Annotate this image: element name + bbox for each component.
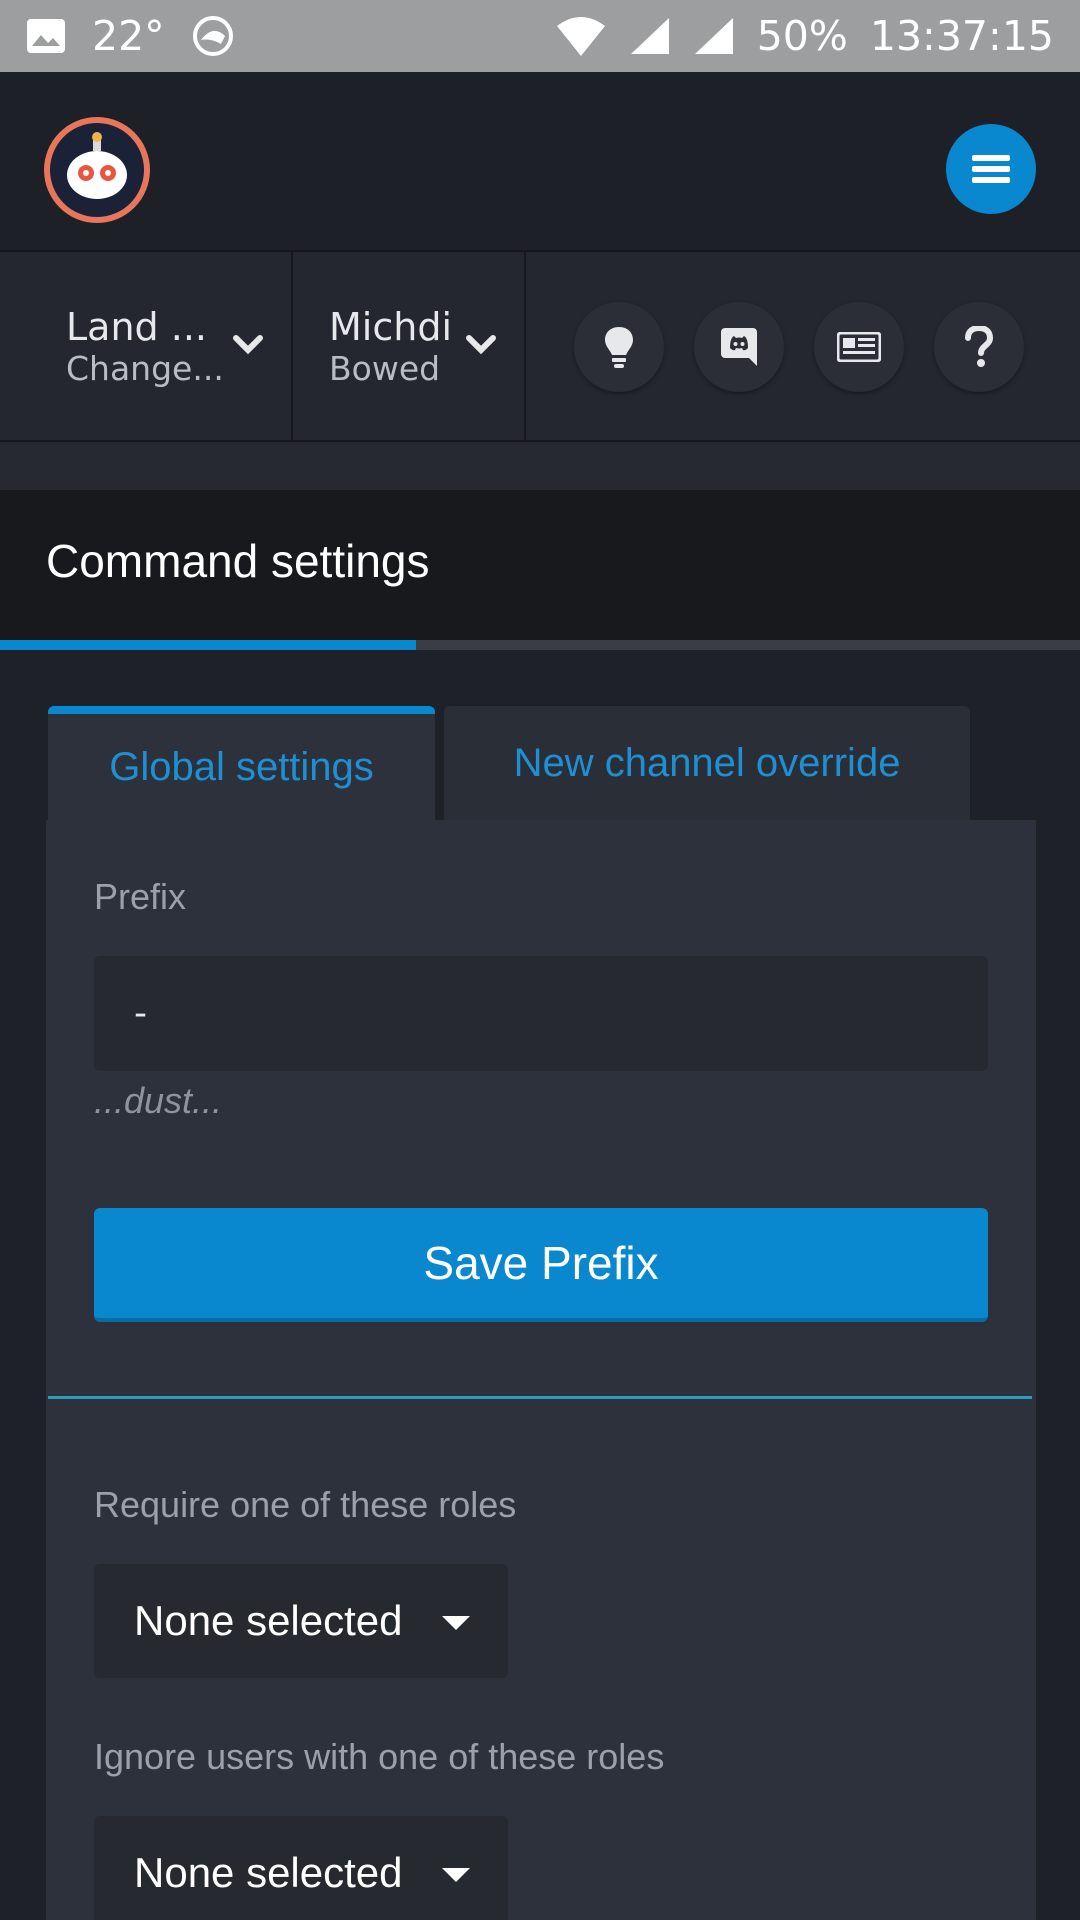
ignore-roles-label: Ignore users with one of these roles [94,1736,665,1777]
settings-panel: Prefix - ...dust... Save Prefix Require … [46,820,1036,1920]
require-roles-select[interactable]: None selected [94,1564,508,1678]
discord-button[interactable] [694,302,784,392]
wifi-icon [555,16,607,56]
status-bar: 22° 50% 13:37:15 [0,0,1080,72]
save-prefix-button[interactable]: Save Prefix [94,1208,988,1322]
prefix-input[interactable]: - [94,956,988,1071]
battery-text: 50% [756,12,848,60]
card-header: Command settings [0,490,1080,640]
ignore-roles-select[interactable]: None selected [94,1816,508,1920]
app-header [0,72,1080,252]
chevron-down-icon [466,334,496,360]
prefix-hint: ...dust... [94,1080,223,1121]
news-button[interactable] [814,302,904,392]
clock-text: 13:37:15 [869,12,1054,60]
spacer [0,442,1080,490]
progress-bar [0,640,1080,650]
require-roles-value: None selected [134,1597,403,1644]
chevron-down-icon [233,334,263,360]
caret-down-icon [442,1616,470,1630]
menu-button[interactable] [946,124,1036,214]
bot-logo[interactable] [44,117,150,223]
news-icon [837,332,881,362]
ignore-roles-value: None selected [134,1849,403,1896]
lightbulb-icon [605,327,633,368]
require-roles-label: Require one of these roles [94,1484,517,1525]
caret-down-icon [442,1868,470,1882]
user-selector[interactable]: Michdi Bowed [293,252,526,442]
page-title: Command settings [46,535,430,587]
help-button[interactable] [934,302,1024,392]
server-sub: Change... [66,348,224,388]
help-icon [965,326,993,367]
hamburger-icon [972,155,1010,183]
gallery-icon [26,18,66,54]
prefix-label: Prefix [94,876,187,917]
progress-fill [0,640,416,650]
temperature-text: 22° [92,12,165,60]
server-navbar: Land ... Change... Michdi Bowed [0,252,1080,442]
signal-icon [629,16,671,56]
server-selector[interactable]: Land ... Change... [0,252,293,442]
tab-new-channel-override[interactable]: New channel override [444,706,970,821]
ideas-button[interactable] [574,302,664,392]
weather-app-icon [191,14,235,58]
signal-icon-2 [693,16,735,56]
divider [48,1396,1032,1399]
discord-icon [721,328,757,366]
user-sub: Bowed [329,348,441,388]
tab-global-settings[interactable]: Global settings [48,706,435,821]
user-name: Michdi [329,304,452,349]
server-name: Land ... [66,304,207,349]
